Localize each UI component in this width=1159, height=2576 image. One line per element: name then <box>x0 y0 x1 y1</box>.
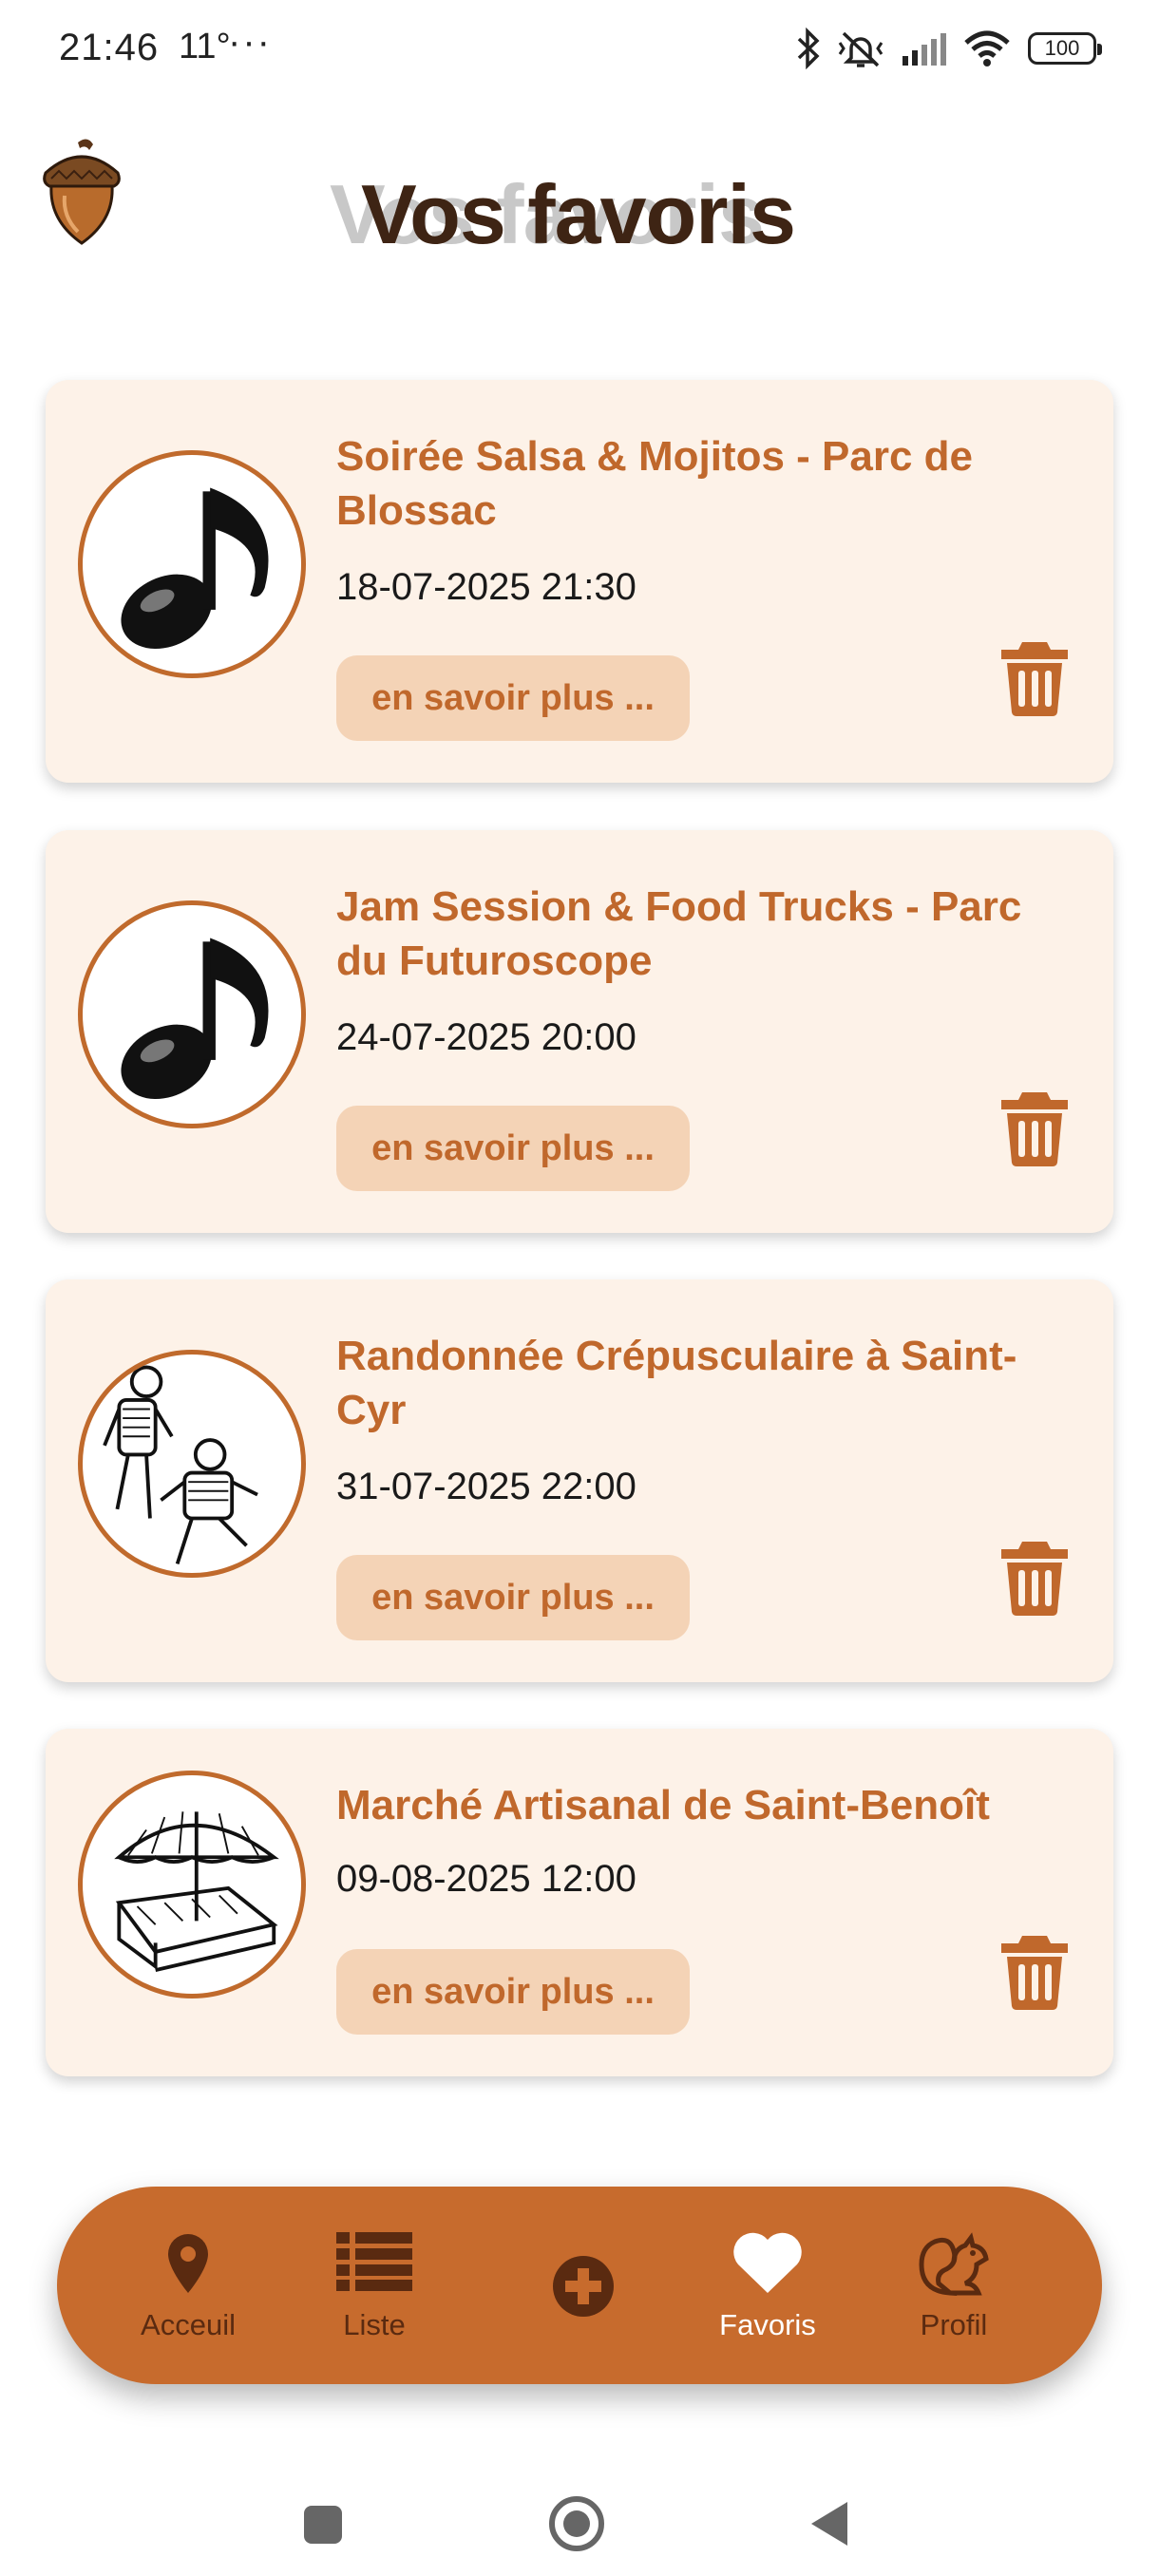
recent-apps-icon[interactable] <box>302 2504 344 2546</box>
status-icons: 100 <box>796 27 1102 70</box>
favorite-card: Soirée Salsa & Mojitos - Parc de Blossac… <box>46 380 1113 783</box>
signal-icon <box>902 33 946 66</box>
music-note-icon <box>121 938 269 1099</box>
nav-label: Favoris <box>719 2308 816 2341</box>
event-date: 18-07-2025 21:30 <box>336 566 636 608</box>
event-thumbnail <box>78 1350 306 1578</box>
more-info-button[interactable]: en savoir plus ... <box>336 1949 690 2035</box>
favorite-card: Marché Artisanal de Saint-Benoît 09-08-2… <box>46 1729 1113 2076</box>
nav-item-add[interactable] <box>507 2187 659 2384</box>
trash-icon[interactable] <box>999 1932 1070 2010</box>
market-stall-sketch-icon <box>114 1811 279 1972</box>
map-pin-icon <box>168 2234 208 2293</box>
hikers-sketch-icon <box>103 1365 258 1565</box>
event-title: Soirée Salsa & Mojitos - Parc de Blossac <box>336 433 974 534</box>
vibrate-off-icon <box>838 31 884 67</box>
nav-item-favoris[interactable]: Favoris <box>692 2187 844 2384</box>
nav-label: Liste <box>343 2308 406 2341</box>
bluetooth-icon <box>797 28 820 69</box>
more-info-button[interactable]: en savoir plus ... <box>336 1555 690 1640</box>
page-title: Vos favoris <box>361 167 796 261</box>
event-title: Randonnée Crépusculaire à Saint-Cyr <box>336 1333 1017 1433</box>
plus-circle-icon <box>553 2256 614 2317</box>
favorite-card: Randonnée Crépusculaire à Saint-Cyr 31-0… <box>46 1279 1113 1682</box>
event-thumbnail <box>78 450 306 678</box>
back-icon[interactable] <box>808 2500 849 2548</box>
squirrel-icon <box>919 2232 989 2297</box>
trash-icon[interactable] <box>999 638 1070 716</box>
status-temperature: 11° <box>179 27 231 66</box>
trash-icon[interactable] <box>999 1538 1070 1616</box>
battery-indicator: 100 <box>1028 32 1102 65</box>
event-date: 09-08-2025 12:00 <box>336 1858 636 1900</box>
music-note-icon <box>121 487 269 649</box>
nav-label: Acceuil <box>141 2308 236 2341</box>
status-time: 21:46 <box>59 27 160 68</box>
wifi-icon <box>964 30 1010 66</box>
event-thumbnail <box>78 900 306 1128</box>
page-header: Vos favoris Vos favoris <box>0 166 1159 271</box>
status-more-icon: ··· <box>228 21 272 63</box>
favorites-screen: 21:46 11° ··· 100 Vos favoris Vos favori… <box>0 0 1159 2576</box>
more-info-button[interactable]: en savoir plus ... <box>336 655 690 741</box>
favorite-card: Jam Session & Food Trucks - Parc du Futu… <box>46 830 1113 1233</box>
nav-item-acceuil[interactable]: Acceuil <box>112 2187 264 2384</box>
nav-item-liste[interactable]: Liste <box>298 2187 450 2384</box>
event-title: Jam Session & Food Trucks - Parc du Futu… <box>336 883 1022 984</box>
list-icon <box>336 2232 412 2291</box>
heart-icon <box>733 2232 802 2293</box>
bottom-navigation: Acceuil Liste Favoris Profil <box>57 2187 1102 2384</box>
event-date: 31-07-2025 22:00 <box>336 1466 636 1507</box>
home-icon[interactable] <box>547 2494 606 2553</box>
nav-label: Profil <box>920 2308 988 2341</box>
more-info-button[interactable]: en savoir plus ... <box>336 1106 690 1191</box>
system-navigation-bar <box>0 2432 1159 2576</box>
trash-icon[interactable] <box>999 1089 1070 1166</box>
event-title: Marché Artisanal de Saint-Benoît <box>336 1782 990 1828</box>
event-thumbnail <box>78 1771 306 1998</box>
nav-item-profil[interactable]: Profil <box>878 2187 1030 2384</box>
status-bar: 21:46 11° ··· 100 <box>0 0 1159 95</box>
event-date: 24-07-2025 20:00 <box>336 1016 636 1058</box>
